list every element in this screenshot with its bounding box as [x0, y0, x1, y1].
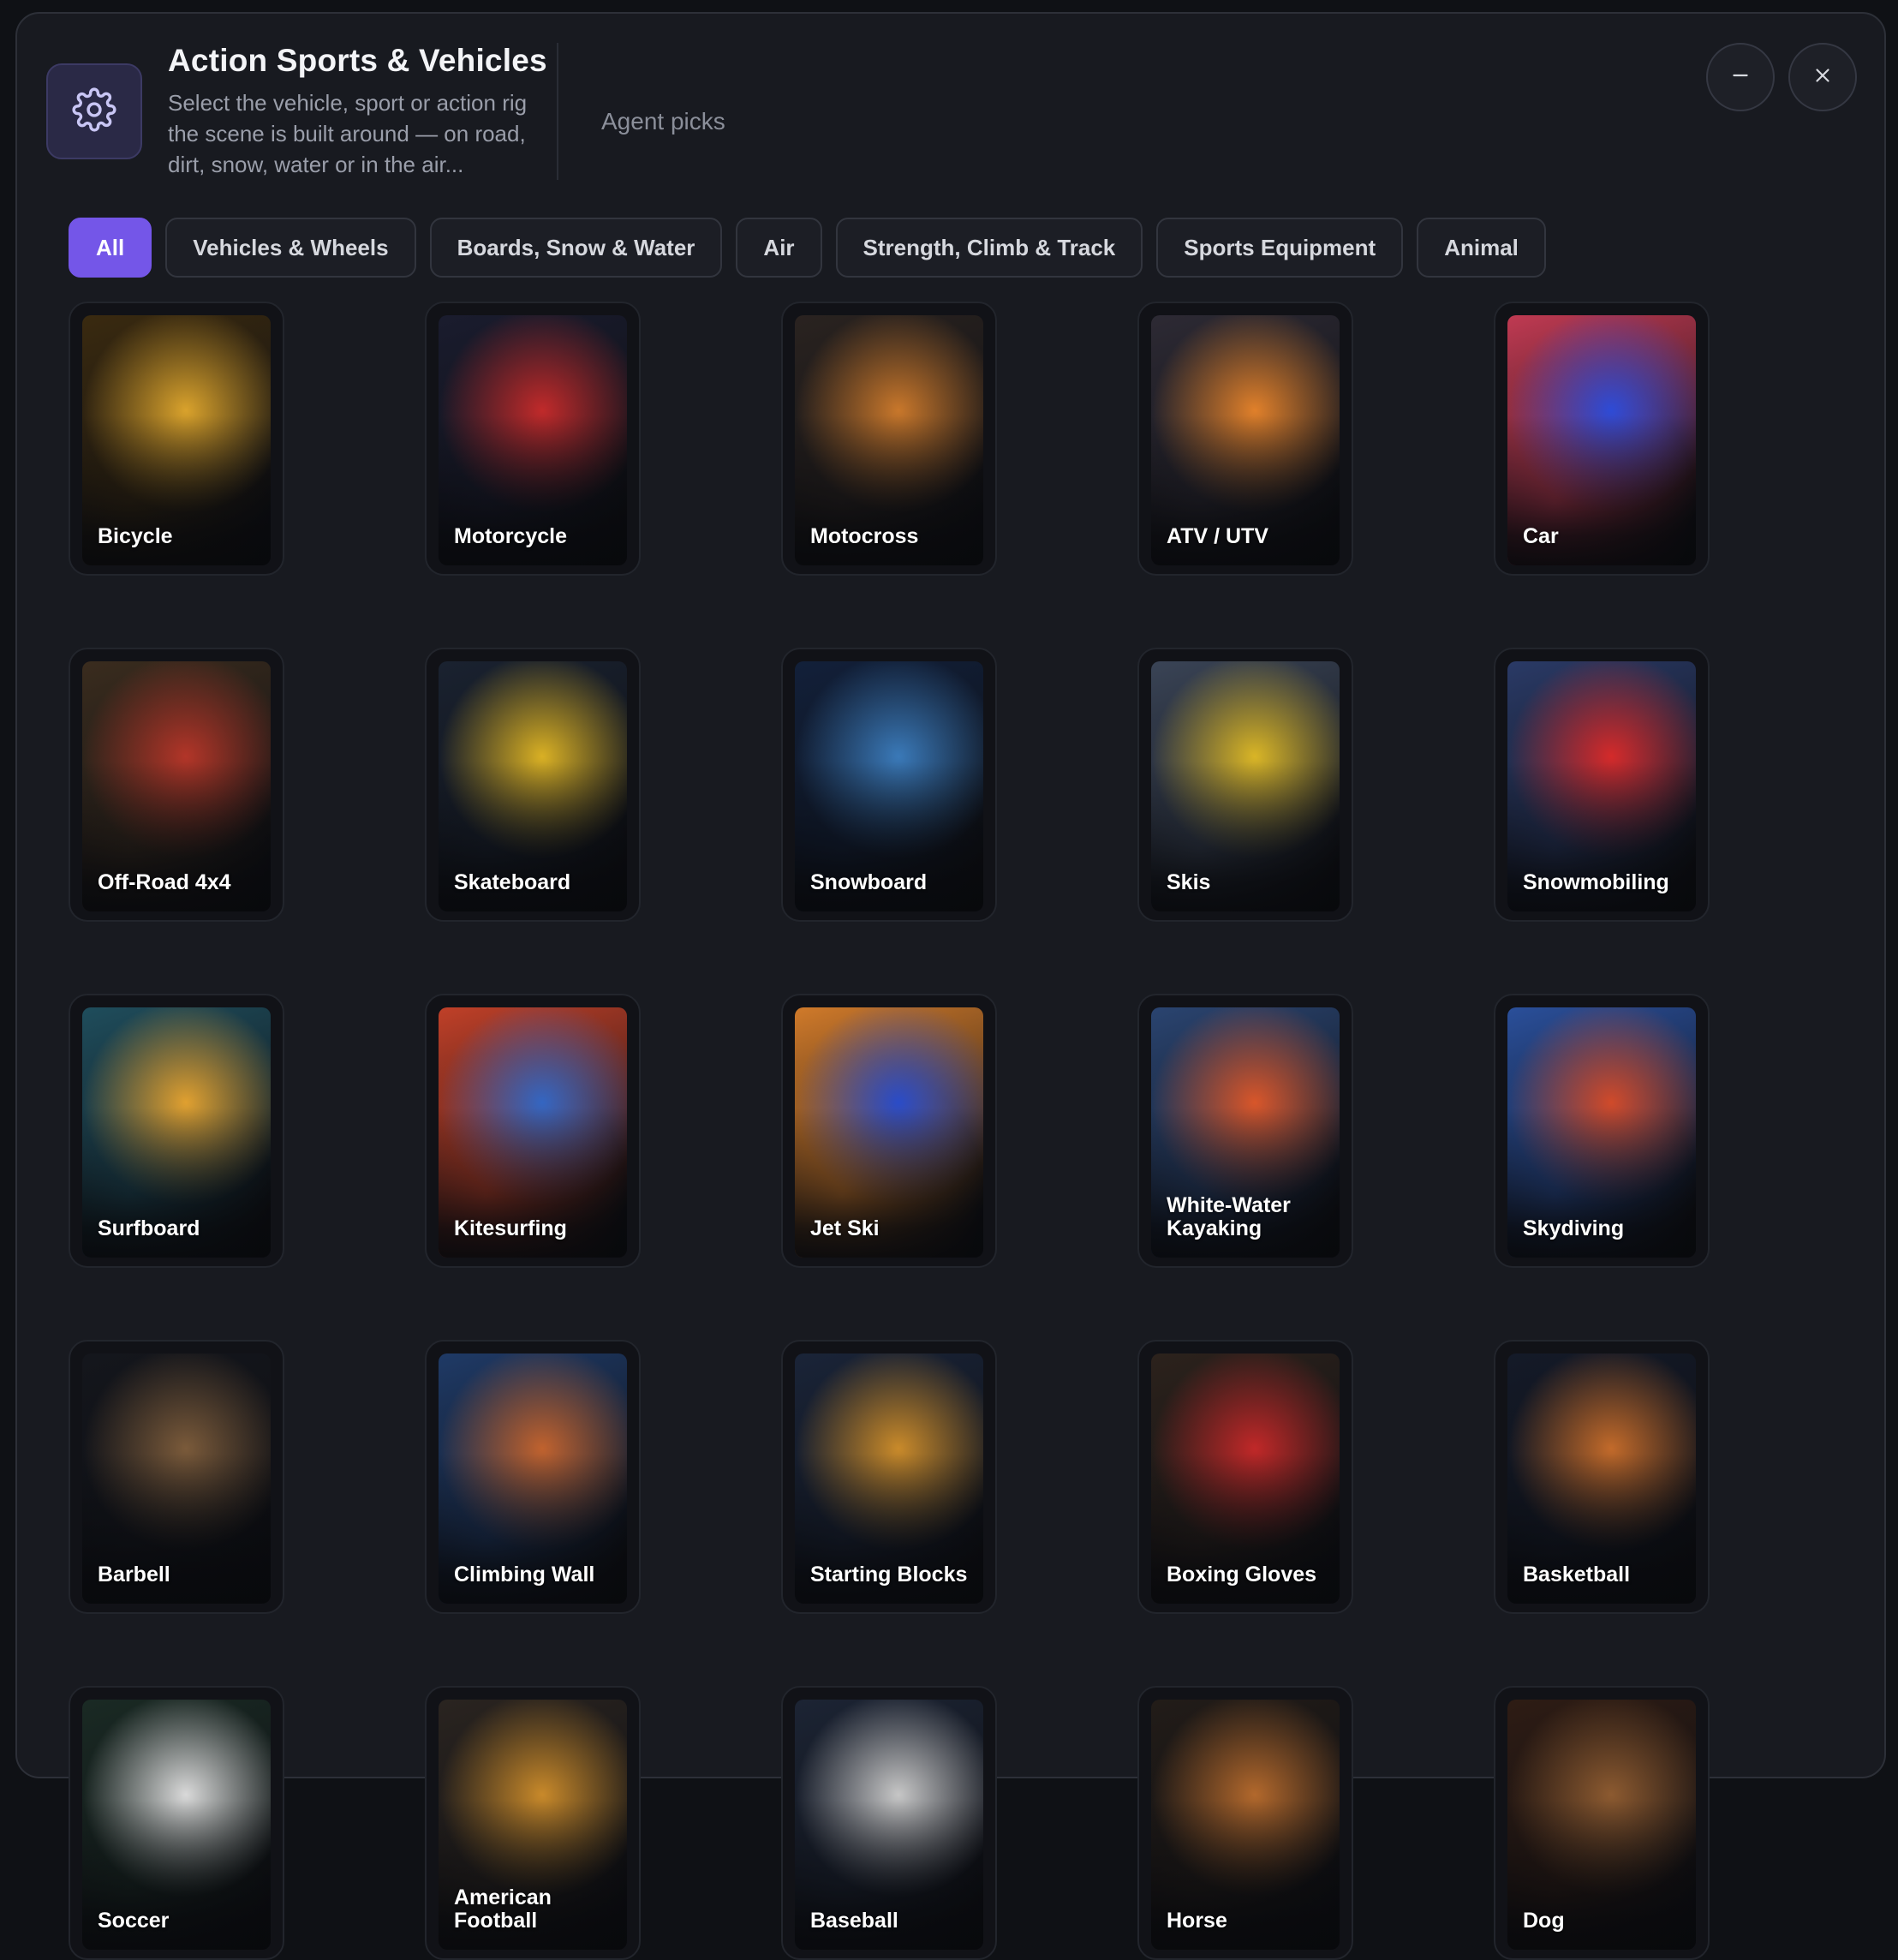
- option-label: Surfboard: [98, 1216, 200, 1240]
- option-label: ATV / UTV: [1167, 524, 1268, 548]
- option-card[interactable]: Kitesurfing: [425, 994, 641, 1268]
- option-label: Motorcycle: [454, 524, 567, 548]
- modal-subtitle: Select the vehicle, sport or action rig …: [168, 90, 528, 177]
- option-label: Off-Road 4x4: [98, 870, 231, 894]
- close-button[interactable]: [1788, 43, 1857, 111]
- option-label: Snowboard: [810, 870, 928, 894]
- option-card[interactable]: Snowmobiling: [1494, 648, 1710, 922]
- header-divider: [557, 43, 558, 180]
- option-card[interactable]: Skis: [1137, 648, 1353, 922]
- option-label: Horse: [1167, 1909, 1227, 1933]
- option-card[interactable]: Skydiving: [1494, 994, 1710, 1268]
- option-label: Skis: [1167, 870, 1211, 894]
- close-icon: [1811, 64, 1834, 91]
- filter-chip-vehicles-wheels[interactable]: Vehicles & Wheels: [165, 218, 416, 278]
- option-label: American Football: [454, 1885, 552, 1933]
- option-card[interactable]: Bicycle: [69, 302, 284, 576]
- option-card[interactable]: Motocross: [781, 302, 997, 576]
- options-grid: Bicycle Motorcycle Motocross ATV / UTV Car Of…: [69, 302, 1710, 1960]
- agent-picks-label[interactable]: Agent picks: [601, 108, 725, 135]
- option-card[interactable]: Boxing Gloves: [1137, 1340, 1353, 1614]
- option-label: White-Water Kayaking: [1167, 1193, 1291, 1240]
- action-sports-modal: Action Sports & Vehicles Select the vehi…: [15, 12, 1886, 1960]
- option-card[interactable]: ATV / UTV: [1137, 302, 1353, 576]
- option-card[interactable]: Motorcycle: [425, 302, 641, 576]
- filter-chip-animal[interactable]: Animal: [1417, 218, 1546, 278]
- minimize-button[interactable]: [1706, 43, 1775, 111]
- option-label: Skydiving: [1523, 1216, 1625, 1240]
- option-card[interactable]: White-Water Kayaking: [1137, 994, 1353, 1268]
- option-card[interactable]: Surfboard: [69, 994, 284, 1268]
- modal-title: Action Sports & Vehicles: [168, 43, 547, 78]
- option-card[interactable]: American Football: [425, 1686, 641, 1960]
- option-label: Dog: [1523, 1909, 1565, 1933]
- option-label: Soccer: [98, 1909, 170, 1933]
- option-card[interactable]: Climbing Wall: [425, 1340, 641, 1614]
- option-label: Jet Ski: [810, 1216, 880, 1240]
- option-card[interactable]: Horse: [1137, 1686, 1353, 1960]
- option-label: Skateboard: [454, 870, 571, 894]
- option-card[interactable]: Off-Road 4x4: [69, 648, 284, 922]
- option-card[interactable]: Car: [1494, 302, 1710, 576]
- option-label: Bicycle: [98, 524, 173, 548]
- option-label: Baseball: [810, 1909, 898, 1933]
- modal-header: Action Sports & Vehicles Select the vehi…: [17, 14, 1884, 194]
- filter-chip-boards-snow-water[interactable]: Boards, Snow & Water: [429, 218, 723, 278]
- minus-icon: [1729, 64, 1752, 91]
- option-label: Kitesurfing: [454, 1216, 567, 1240]
- option-card[interactable]: Basketball: [1494, 1340, 1710, 1614]
- filter-chips: All Vehicles & Wheels Boards, Snow & Water…: [69, 218, 1546, 278]
- option-card[interactable]: Skateboard: [425, 648, 641, 922]
- option-card[interactable]: Dog: [1494, 1686, 1710, 1960]
- option-card[interactable]: Baseball: [781, 1686, 997, 1960]
- option-label: Snowmobiling: [1523, 870, 1669, 894]
- gear-icon: [72, 87, 116, 136]
- filter-chip-all[interactable]: All: [69, 218, 152, 278]
- option-label: Barbell: [98, 1563, 170, 1587]
- category-logo: [46, 63, 142, 159]
- option-card[interactable]: Soccer: [69, 1686, 284, 1960]
- option-label: Starting Blocks: [810, 1563, 968, 1587]
- filter-chip-strength-climb-track[interactable]: Strength, Climb & Track: [835, 218, 1143, 278]
- filter-chip-sports-equipment[interactable]: Sports Equipment: [1156, 218, 1404, 278]
- option-card[interactable]: Starting Blocks: [781, 1340, 997, 1614]
- option-label: Car: [1523, 524, 1559, 548]
- option-card[interactable]: Barbell: [69, 1340, 284, 1614]
- option-label: Motocross: [810, 524, 919, 548]
- option-label: Basketball: [1523, 1563, 1631, 1587]
- option-label: Climbing Wall: [454, 1563, 595, 1587]
- option-label: Boxing Gloves: [1167, 1563, 1317, 1587]
- option-card[interactable]: Jet Ski: [781, 994, 997, 1268]
- filter-chip-air[interactable]: Air: [736, 218, 822, 278]
- option-card[interactable]: Snowboard: [781, 648, 997, 922]
